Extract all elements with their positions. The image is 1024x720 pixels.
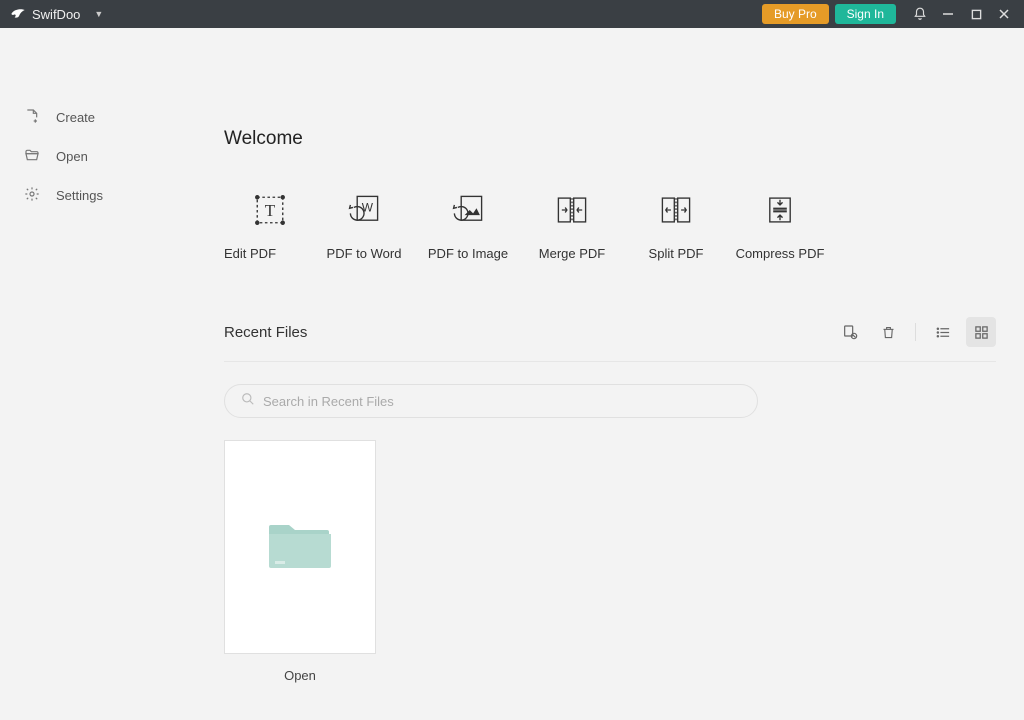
buy-pro-button[interactable]: Buy Pro bbox=[762, 4, 829, 24]
action-label: PDF to Image bbox=[428, 246, 508, 261]
sidebar-item-create[interactable]: Create bbox=[0, 98, 190, 137]
sidebar-item-open[interactable]: Open bbox=[0, 137, 190, 176]
action-pdf-to-image[interactable]: PDF to Image bbox=[416, 192, 520, 261]
welcome-title: Welcome bbox=[224, 128, 996, 150]
sidebar-item-settings[interactable]: Settings bbox=[0, 176, 190, 215]
action-split-pdf[interactable]: Split PDF bbox=[624, 192, 728, 261]
folder-icon bbox=[265, 517, 335, 578]
sign-in-button[interactable]: Sign In bbox=[835, 4, 896, 24]
swifdoo-bird-icon bbox=[10, 6, 26, 22]
chevron-down-icon[interactable]: ▼ bbox=[94, 9, 103, 19]
svg-text:T: T bbox=[265, 201, 276, 220]
action-label: PDF to Word bbox=[327, 246, 402, 261]
trash-icon[interactable] bbox=[873, 317, 903, 347]
edit-pdf-icon: T bbox=[252, 192, 288, 228]
divider bbox=[224, 361, 996, 362]
search-wrap bbox=[224, 384, 996, 418]
search-box[interactable] bbox=[224, 384, 758, 418]
grid-view-button[interactable] bbox=[966, 317, 996, 347]
sidebar: Create Open Settings bbox=[0, 28, 190, 720]
minimize-button[interactable] bbox=[934, 0, 962, 28]
open-card-label: Open bbox=[224, 668, 376, 683]
action-pdf-to-word[interactable]: W PDF to Word bbox=[312, 192, 416, 261]
content: Welcome T Edit PDF W PDF to Word PDF to … bbox=[190, 28, 1024, 720]
gear-icon bbox=[24, 186, 40, 205]
action-label: Merge PDF bbox=[539, 246, 605, 261]
list-view-button[interactable] bbox=[928, 317, 958, 347]
app-name: SwifDoo bbox=[32, 7, 80, 22]
separator bbox=[915, 323, 916, 341]
file-grid: Open bbox=[224, 440, 996, 683]
main-area: Create Open Settings Welcome T Edit PDF bbox=[0, 28, 1024, 720]
action-label: Edit PDF bbox=[224, 246, 276, 261]
recent-header: Recent Files bbox=[224, 317, 996, 347]
open-icon bbox=[24, 147, 40, 166]
action-label: Split PDF bbox=[649, 246, 704, 261]
recent-files-title: Recent Files bbox=[224, 324, 307, 341]
sidebar-item-label: Open bbox=[56, 149, 88, 164]
action-row: T Edit PDF W PDF to Word PDF to Image bbox=[224, 192, 996, 261]
split-pdf-icon bbox=[658, 192, 694, 228]
sidebar-item-label: Create bbox=[56, 110, 95, 125]
action-label: Compress PDF bbox=[736, 246, 825, 261]
titlebar: SwifDoo ▼ Buy Pro Sign In bbox=[0, 0, 1024, 28]
close-button[interactable] bbox=[990, 0, 1018, 28]
action-compress-pdf[interactable]: Compress PDF bbox=[728, 192, 832, 261]
pdf-to-word-icon: W bbox=[346, 192, 382, 228]
pdf-to-image-icon bbox=[450, 192, 486, 228]
pin-icon[interactable] bbox=[835, 317, 865, 347]
action-edit-pdf[interactable]: T Edit PDF bbox=[224, 192, 312, 261]
open-card-box bbox=[224, 440, 376, 654]
sidebar-item-label: Settings bbox=[56, 188, 103, 203]
compress-pdf-icon bbox=[762, 192, 798, 228]
maximize-button[interactable] bbox=[962, 0, 990, 28]
bell-icon[interactable] bbox=[906, 0, 934, 28]
search-icon bbox=[241, 392, 255, 411]
create-icon bbox=[24, 108, 40, 127]
app-logo[interactable]: SwifDoo ▼ bbox=[10, 6, 103, 22]
action-merge-pdf[interactable]: Merge PDF bbox=[520, 192, 624, 261]
search-input[interactable] bbox=[263, 394, 741, 409]
open-card[interactable]: Open bbox=[224, 440, 376, 683]
merge-pdf-icon bbox=[554, 192, 590, 228]
recent-tools bbox=[835, 317, 996, 347]
